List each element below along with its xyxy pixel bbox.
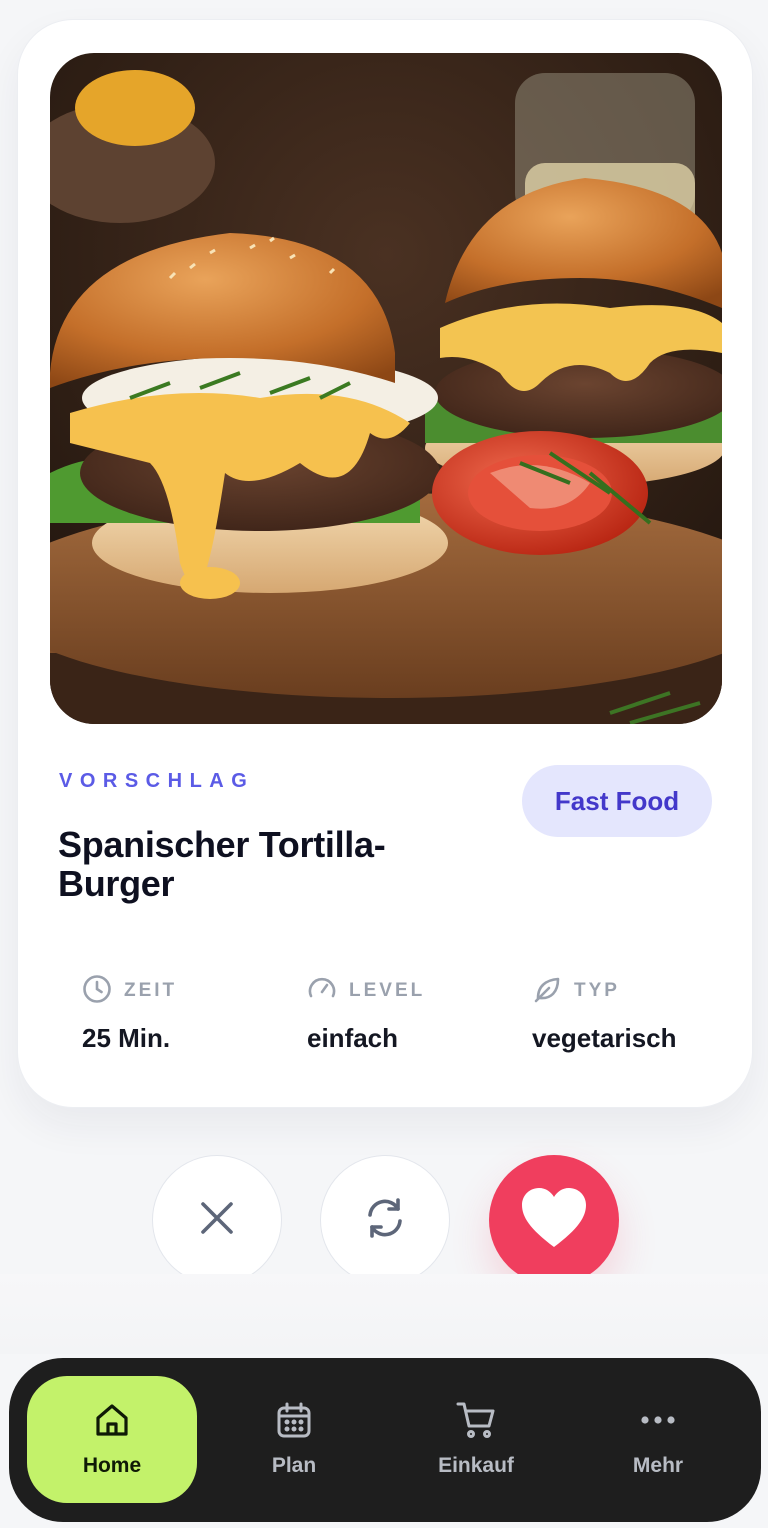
meta-type-label: TYP [574,980,620,1001]
meta-time-label: ZEIT [124,980,178,1001]
calendar-icon [275,1401,313,1444]
meta-level: LEVEL einfach [307,975,527,1054]
like-button[interactable] [489,1155,619,1285]
meta-level-label: LEVEL [349,980,426,1001]
refresh-icon [362,1195,408,1246]
nav-item-einkauf[interactable]: Einkauf [391,1376,561,1503]
nav-label-plan: Plan [271,1454,317,1477]
meta-time-value: 25 Min. [82,1023,171,1053]
nav-item-plan[interactable]: Plan [209,1376,379,1503]
category-tag[interactable]: Fast Food [522,765,712,837]
bottom-navigation: Home Plan Einkauf Mehr [9,1358,761,1522]
nav-label-home: Home [82,1454,142,1477]
close-icon [197,1198,237,1243]
meta-type-value: vegetarisch [532,1023,677,1053]
gauge-icon [307,974,337,1009]
recipe-image [50,53,722,724]
leaf-icon [532,974,562,1009]
refresh-button[interactable] [320,1155,450,1285]
recipe-card[interactable]: VORSCHLAG Spanischer Tortilla-Burger Fas… [17,19,753,1108]
nav-item-mehr[interactable]: Mehr [573,1376,743,1503]
cart-icon [456,1401,496,1444]
dismiss-button[interactable] [152,1155,282,1285]
recipe-eyebrow: VORSCHLAG [59,770,255,792]
action-fade [0,1274,768,1354]
more-icon [639,1401,677,1444]
meta-time: ZEIT 25 Min. [82,974,302,1054]
nav-label-einkauf: Einkauf [438,1454,514,1477]
nav-label-mehr: Mehr [632,1454,684,1477]
heart-icon [520,1187,588,1254]
clock-icon [82,974,112,1009]
recipe-title: Spanischer Tortilla-Burger [58,824,386,904]
home-icon [93,1401,131,1444]
meta-type: TYP vegetarisch [532,975,752,1054]
nav-item-home[interactable]: Home [27,1376,197,1503]
meta-level-value: einfach [307,1023,399,1053]
